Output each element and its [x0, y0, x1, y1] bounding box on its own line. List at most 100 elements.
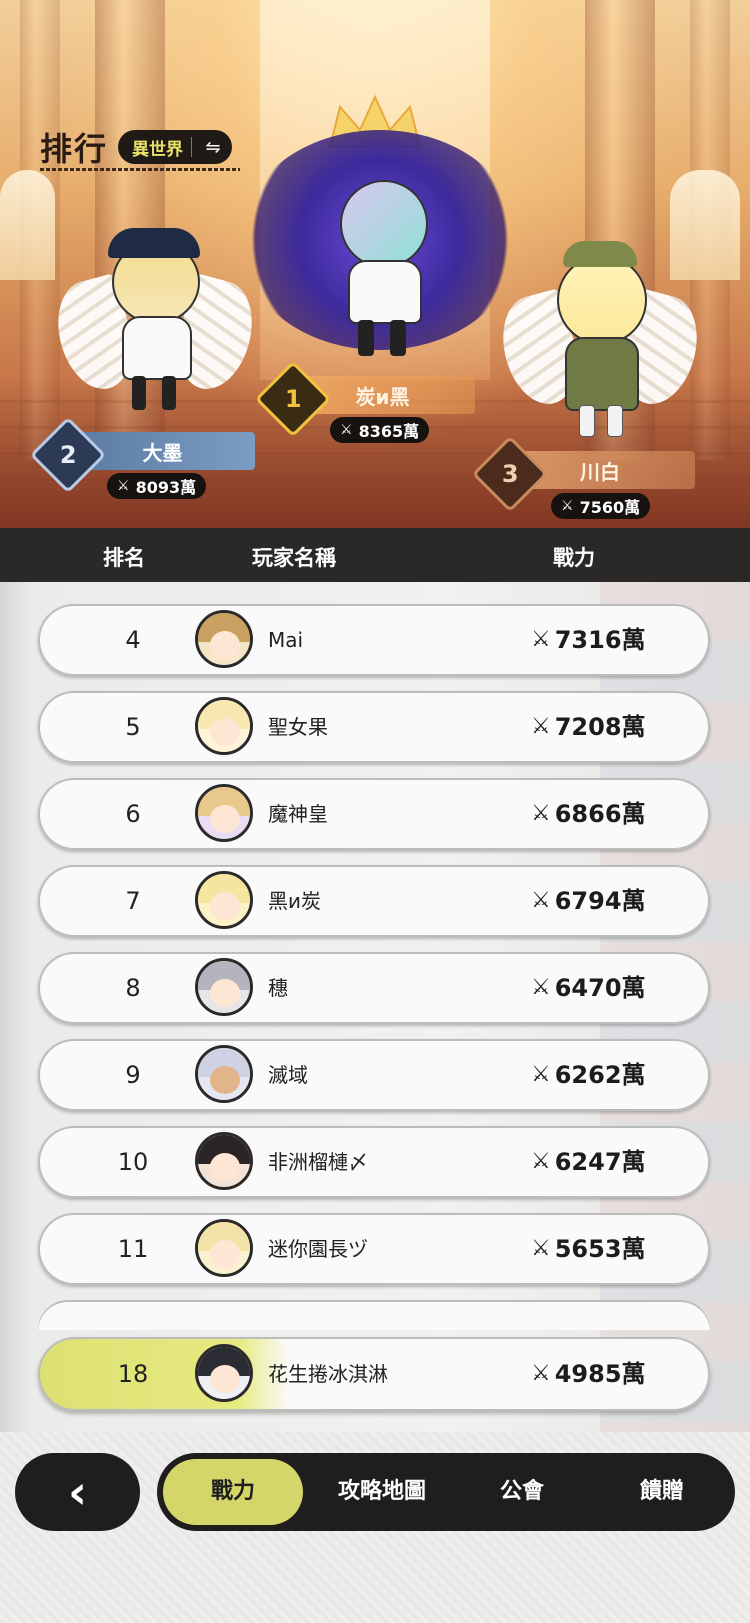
avatar[interactable] [195, 958, 253, 1016]
power-value: 7560萬 [579, 498, 641, 517]
rank-1-power: ⚔ 8365萬 [330, 417, 430, 443]
row-player-name: 黑и炭 [268, 889, 321, 913]
chevron-left-icon: ‹ [68, 1465, 87, 1519]
crossed-swords-icon: ⚔ [561, 498, 574, 514]
row-power: ⚔ 6470萬 [531, 952, 646, 1024]
row-rank: 7 [125, 887, 141, 915]
row-player-name: 非洲榴槤〆 [268, 1150, 368, 1174]
table-row[interactable]: 6 魔神皇 ⚔ 6866萬 [38, 778, 710, 850]
row-power: ⚔ 5653萬 [531, 1213, 646, 1285]
rank-2-character[interactable] [46, 210, 264, 430]
character-head [557, 255, 647, 345]
row-rank: 9 [125, 1061, 141, 1089]
row-power: ⚔ 6866萬 [531, 778, 646, 850]
column-header-rank: 排名 [103, 546, 145, 570]
table-row[interactable]: 9 滅域 ⚔ 6262萬 [38, 1039, 710, 1111]
table-header: 排名 玩家名稱 戰力 [0, 528, 750, 582]
row-player-name: 迷你園長ヅ [268, 1237, 368, 1261]
crossed-swords-icon: ⚔ [531, 1236, 551, 1261]
table-row[interactable]: 8 穗 ⚔ 6470萬 [38, 952, 710, 1024]
crossed-swords-icon: ⚔ [531, 801, 551, 826]
power-value: 8093萬 [135, 478, 197, 497]
character-body [565, 337, 639, 411]
row-rank: 4 [125, 626, 141, 654]
table-row[interactable]: 10 非洲榴槤〆 ⚔ 6247萬 [38, 1126, 710, 1198]
title-underline [40, 168, 240, 171]
avatar[interactable] [195, 871, 253, 929]
table-row[interactable]: 11 迷你園長ヅ ⚔ 5653萬 [38, 1213, 710, 1285]
row-power: ⚔ 6262萬 [531, 1039, 646, 1111]
avatar[interactable] [195, 697, 253, 755]
power-value: 4985萬 [554, 1360, 646, 1388]
world-switch-button[interactable]: 異世界 ⇋ [118, 130, 233, 164]
my-rank-row[interactable]: 18 花生捲冰淇淋 ⚔ 4985萬 [38, 1337, 710, 1411]
power-value: 6866萬 [554, 800, 646, 828]
ranking-list[interactable]: 4 Mai ⚔ 7316萬 5 聖女果 ⚔ 7208萬 6 魔神皇 ⚔ 6866… [0, 582, 750, 1432]
divider [191, 137, 193, 157]
player-name: 川白 [580, 459, 620, 484]
avatar[interactable] [195, 1045, 253, 1103]
crossed-swords-icon: ⚔ [531, 888, 551, 913]
crossed-swords-icon: ⚔ [531, 1361, 551, 1386]
tab-power[interactable]: 戰力 [163, 1459, 303, 1525]
player-name: 大墨 [142, 440, 183, 465]
row-rank: 5 [125, 713, 141, 741]
row-power: ⚔ 6247萬 [531, 1126, 646, 1198]
row-rank: 18 [117, 1360, 149, 1388]
world-switch-label: 異世界 [132, 139, 184, 160]
avatar[interactable] [195, 784, 253, 842]
character-leg [132, 376, 146, 410]
crossed-swords-icon: ⚔ [531, 1062, 551, 1087]
podium-banner: 排行 異世界 ⇋ 炭и黑 1 ⚔ 8365萬 大墨 2 ⚔ 8093萬 川白 3… [0, 0, 750, 528]
rank-1-character[interactable] [230, 120, 530, 380]
table-row[interactable]: 5 聖女果 ⚔ 7208萬 [38, 691, 710, 763]
character-leg [607, 405, 623, 437]
row-rank: 11 [117, 1235, 149, 1263]
column-header-power: 戰力 [553, 546, 595, 570]
row-player-name: 滅域 [268, 1063, 308, 1087]
avatar[interactable] [195, 1132, 253, 1190]
rank-3-power: ⚔ 7560萬 [551, 493, 651, 519]
rank-3-character[interactable] [491, 225, 709, 445]
character-head [340, 180, 428, 268]
row-power: ⚔ 7316萬 [531, 604, 646, 676]
player-name: 炭и黑 [355, 384, 410, 409]
crossed-swords-icon: ⚔ [531, 975, 551, 1000]
avatar[interactable] [195, 1219, 253, 1277]
crossed-swords-icon: ⚔ [531, 627, 551, 652]
row-player-name: Mai [268, 628, 304, 652]
hat [563, 241, 637, 267]
rank-number: 2 [59, 440, 77, 469]
power-value: 6794萬 [554, 887, 646, 915]
table-row-partial[interactable] [38, 1300, 710, 1330]
avatar[interactable] [195, 610, 253, 668]
tab-gifts[interactable]: 饋贈 [587, 1453, 737, 1531]
power-value: 6470萬 [554, 974, 646, 1002]
power-value: 7316萬 [554, 626, 646, 654]
row-rank: 6 [125, 800, 141, 828]
back-button[interactable]: ‹ [15, 1453, 140, 1531]
tab-guild[interactable]: 公會 [457, 1453, 587, 1531]
character-leg [358, 320, 374, 356]
crossed-swords-icon: ⚔ [531, 1149, 551, 1174]
power-value: 7208萬 [554, 713, 646, 741]
character-leg [390, 320, 406, 356]
table-row[interactable]: 7 黑и炭 ⚔ 6794萬 [38, 865, 710, 937]
row-power: ⚔ 4985萬 [531, 1337, 646, 1411]
power-value: 8365萬 [358, 422, 420, 441]
character-leg [579, 405, 595, 437]
rank-number: 1 [284, 384, 302, 413]
row-player-name: 魔神皇 [268, 802, 328, 826]
background-window [0, 170, 55, 280]
tab-strategy-map[interactable]: 攻略地圖 [317, 1453, 447, 1531]
table-row[interactable]: 4 Mai ⚔ 7316萬 [38, 604, 710, 676]
avatar[interactable] [195, 1344, 253, 1402]
row-player-name: 花生捲冰淇淋 [268, 1362, 388, 1386]
tab-bar: 戰力 攻略地圖 公會 饋贈 [157, 1453, 735, 1531]
row-power: ⚔ 6794萬 [531, 865, 646, 937]
row-player-name: 穗 [268, 976, 288, 1000]
column-header-name: 玩家名稱 [252, 546, 336, 570]
power-value: 5653萬 [554, 1235, 646, 1263]
page-title-group: 排行 異世界 ⇋ [40, 124, 240, 171]
power-value: 6262萬 [554, 1061, 646, 1089]
